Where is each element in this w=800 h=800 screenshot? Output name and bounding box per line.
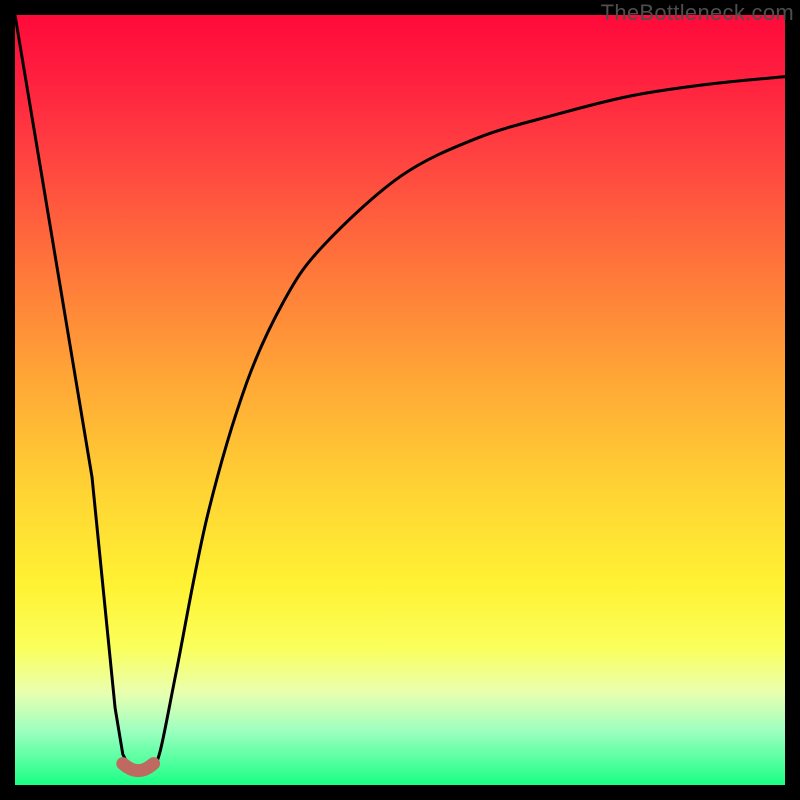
plot-area	[15, 15, 785, 785]
curve-group	[15, 15, 785, 771]
bottleneck-curve	[15, 15, 785, 785]
dip-marker	[123, 764, 154, 771]
right-ascent-line	[154, 77, 785, 770]
chart-frame: TheBottleneck.com	[0, 0, 800, 800]
left-descent-line	[15, 15, 131, 770]
